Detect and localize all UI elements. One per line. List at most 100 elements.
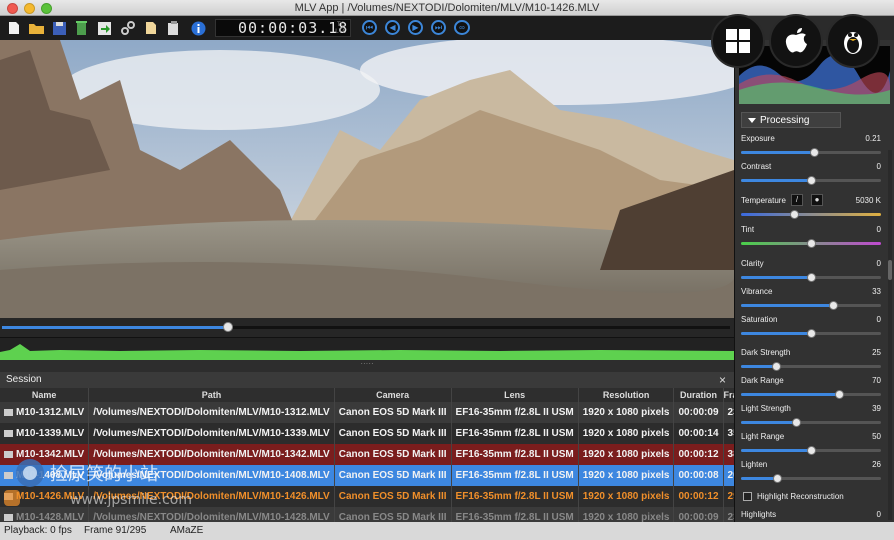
skip-to-start-icon[interactable]: ⏮ xyxy=(362,20,377,35)
slider-track[interactable] xyxy=(741,210,881,219)
cell-lens: EF16-35mm f/2.8L II USM xyxy=(451,465,579,486)
slider-dark-range[interactable]: Dark Range 70 xyxy=(741,376,881,399)
loop-icon[interactable]: ∞ xyxy=(454,20,470,35)
slider-value[interactable]: 0 xyxy=(877,162,881,171)
new-doc-icon[interactable] xyxy=(6,20,22,36)
highlights-slider[interactable]: Highlights 0 xyxy=(741,510,881,519)
copy-icon[interactable] xyxy=(166,20,182,36)
slider-label: Light Range xyxy=(741,432,785,441)
slider-fill xyxy=(741,365,776,368)
slider-value[interactable]: 0 xyxy=(877,259,881,268)
slider-value[interactable]: 0 xyxy=(877,315,881,324)
step-back-icon[interactable]: ◀ xyxy=(385,20,400,35)
slider-handle[interactable] xyxy=(807,239,816,248)
panel-splitter[interactable]: ····· xyxy=(0,360,734,372)
slider-track[interactable] xyxy=(741,148,881,157)
white-balance-reset-icon[interactable]: ● xyxy=(811,194,823,206)
table-row[interactable]: M10-1339.MLV/Volumes/NEXTODI/Dolomiten/M… xyxy=(0,423,757,444)
slider-lighten[interactable]: Lighten 26 xyxy=(741,460,881,483)
slider-handle[interactable] xyxy=(773,474,783,483)
cell-resolution-text: 1920 x 1080 pixels xyxy=(582,470,670,481)
cell-duration: 00:00:12 xyxy=(673,444,724,465)
trash-icon[interactable] xyxy=(73,20,89,36)
paste-icon[interactable] xyxy=(143,20,159,36)
slider-handle[interactable] xyxy=(807,176,816,185)
slider-value[interactable]: 0 xyxy=(877,225,881,234)
slider-value[interactable]: 0.21 xyxy=(865,134,881,143)
playback-fps: Playback: 0 fps xyxy=(4,525,72,536)
open-folder-icon[interactable] xyxy=(28,20,44,36)
cell-camera: Canon EOS 5D Mark III xyxy=(334,486,452,507)
video-viewer[interactable] xyxy=(0,40,734,318)
slider-track[interactable] xyxy=(741,474,881,483)
col-lens[interactable]: Lens xyxy=(451,388,579,402)
slider-handle[interactable] xyxy=(807,273,816,282)
col-resolution[interactable]: Resolution xyxy=(578,388,675,402)
slider-handle[interactable] xyxy=(791,418,801,427)
settings-icon[interactable] xyxy=(120,20,136,36)
slider-tint[interactable]: Tint 0 xyxy=(741,225,881,248)
slider-track[interactable] xyxy=(741,273,881,282)
timeline-handle[interactable] xyxy=(222,322,233,332)
cell-name: M10-1312.MLV xyxy=(0,402,90,423)
sidebar-scrollbar[interactable] xyxy=(888,150,892,520)
slider-track[interactable] xyxy=(741,329,881,338)
slider-contrast[interactable]: Contrast 0 xyxy=(741,162,881,185)
timeline-slider[interactable] xyxy=(0,318,734,338)
info-icon[interactable] xyxy=(190,20,206,36)
slider-temperature[interactable]: Temperature 5030 K / ● xyxy=(741,194,881,219)
slider-value[interactable]: 26 xyxy=(872,460,881,469)
slider-value[interactable]: 33 xyxy=(872,287,881,296)
col-name[interactable]: Name xyxy=(0,388,90,402)
slider-dark-strength[interactable]: Dark Strength 25 xyxy=(741,348,881,371)
status-bar: Playback: 0 fps Frame 91/295 AMaZE xyxy=(0,522,894,540)
slider-value[interactable]: 39 xyxy=(872,404,881,413)
cell-duration-text: 00:00:09 xyxy=(678,407,719,418)
slider-exposure[interactable]: Exposure 0.21 xyxy=(741,134,881,157)
slider-track[interactable] xyxy=(741,390,881,399)
cell-camera: Canon EOS 5D Mark III xyxy=(334,444,452,465)
export-icon[interactable] xyxy=(96,20,112,36)
checkbox-icon[interactable] xyxy=(743,492,752,502)
slider-track[interactable] xyxy=(741,301,881,310)
slider-handle[interactable] xyxy=(835,390,844,399)
col-duration[interactable]: Duration xyxy=(673,388,724,402)
slider-track[interactable] xyxy=(741,239,881,248)
slider-handle[interactable] xyxy=(807,446,816,455)
slider-track[interactable] xyxy=(741,176,881,185)
slider-fill xyxy=(741,477,778,480)
slider-fill xyxy=(741,449,811,452)
highlight-reconstruction-checkbox[interactable]: Highlight Reconstruction xyxy=(743,492,844,502)
col-camera[interactable]: Camera xyxy=(334,388,452,402)
slider-handle[interactable] xyxy=(772,362,781,371)
col-path[interactable]: Path xyxy=(88,388,335,402)
slider-value[interactable]: 50 xyxy=(872,432,881,441)
white-balance-picker-icon[interactable]: / xyxy=(791,194,803,206)
cell-duration: 00:00:12 xyxy=(673,486,724,507)
play-icon[interactable]: ▶ xyxy=(408,20,423,35)
slider-track[interactable] xyxy=(741,362,881,371)
slider-light-strength[interactable]: Light Strength 39 xyxy=(741,404,881,427)
slider-light-range[interactable]: Light Range 50 xyxy=(741,432,881,455)
save-icon[interactable] xyxy=(51,20,67,36)
processing-header[interactable]: Processing xyxy=(741,112,841,128)
slider-value[interactable]: 5030 K xyxy=(856,196,881,205)
slider-handle[interactable] xyxy=(807,329,816,338)
slider-saturation[interactable]: Saturation 0 xyxy=(741,315,881,338)
slider-handle[interactable] xyxy=(790,210,800,219)
cell-duration: 00:00:14 xyxy=(673,423,724,444)
close-icon[interactable]: × xyxy=(719,372,726,388)
slider-value[interactable]: 70 xyxy=(872,376,881,385)
slider-track[interactable] xyxy=(741,418,881,427)
cell-lens-text: EF16-35mm f/2.8L II USM xyxy=(455,407,574,418)
slider-fill xyxy=(741,151,814,154)
slider-track[interactable] xyxy=(741,446,881,455)
skip-to-end-icon[interactable]: ⏭ xyxy=(431,20,446,35)
slider-vibrance[interactable]: Vibrance 33 xyxy=(741,287,881,310)
slider-clarity[interactable]: Clarity 0 xyxy=(741,259,881,282)
table-row[interactable]: M10-1312.MLV/Volumes/NEXTODI/Dolomiten/M… xyxy=(0,402,757,423)
slider-value[interactable]: 25 xyxy=(872,348,881,357)
slider-handle[interactable] xyxy=(829,301,839,310)
scrollbar-thumb[interactable] xyxy=(888,260,892,280)
slider-handle[interactable] xyxy=(809,148,819,157)
